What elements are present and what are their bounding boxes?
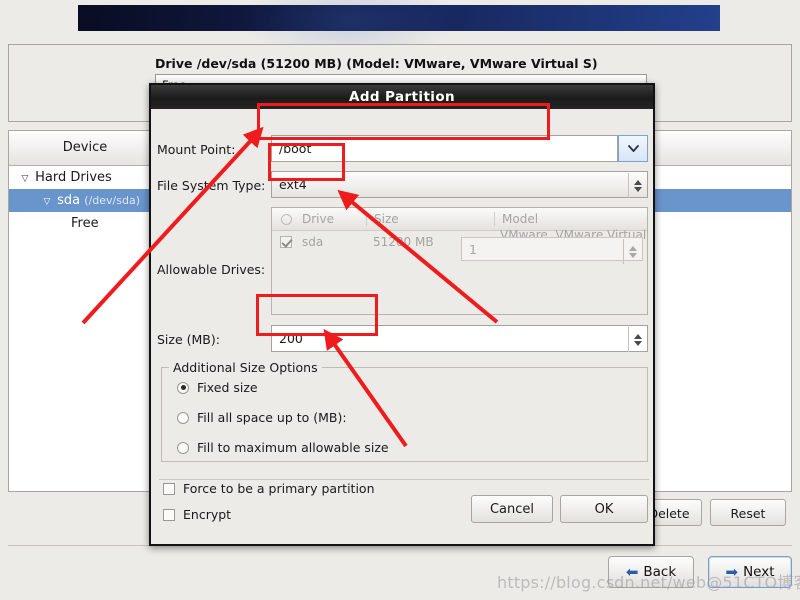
additional-size-options-legend: Additional Size Options <box>169 360 322 375</box>
allowable-drives-label: Allowable Drives: <box>157 262 266 277</box>
checkbox-label: Encrypt <box>183 507 232 522</box>
installer-banner <box>78 0 720 65</box>
column-header-device: Device <box>62 140 108 155</box>
file-system-type-label: File System Type: <box>157 178 266 193</box>
up-down-spinner-icon[interactable] <box>628 327 646 352</box>
cancel-button[interactable]: Cancel <box>471 495 553 523</box>
size-label: Size (MB): <box>157 332 220 347</box>
dialog-button-divider <box>159 479 649 480</box>
reset-button[interactable]: Reset <box>710 499 786 526</box>
ok-button[interactable]: OK <box>560 495 648 523</box>
tree-device-path: (/dev/sda) <box>84 194 140 207</box>
expander-icon[interactable]: ▽ <box>41 191 53 214</box>
mount-point-input[interactable]: /boot <box>271 135 618 162</box>
checkbox-icon[interactable] <box>163 482 175 495</box>
radio-fixed-size[interactable]: Fixed size <box>177 380 258 395</box>
mount-point-combobox[interactable]: /boot <box>271 135 648 162</box>
radio-label: Fill all space up to (MB): <box>197 410 347 425</box>
drive-checkbox[interactable] <box>272 236 300 248</box>
checkbox-force-primary[interactable]: Force to be a primary partition <box>163 481 375 496</box>
tree-label: Free <box>71 216 99 231</box>
checkbox-label: Force to be a primary partition <box>183 481 375 496</box>
select-all-radio-icon[interactable] <box>272 213 300 225</box>
fill-up-to-spinbox[interactable]: 1 <box>461 237 643 264</box>
screen: Drive /dev/sda (51200 MB) (Model: VMware… <box>0 0 800 600</box>
fill-up-to-value: 1 <box>469 241 477 257</box>
tree-label: sda <box>57 193 81 208</box>
radio-fill-all-space-up-to[interactable]: Fill all space up to (MB): <box>177 410 347 425</box>
watermark: https://blog.csdn.net/web@51CTO博客 <box>497 573 800 592</box>
size-value: 200 <box>279 331 303 346</box>
allowable-drives-list[interactable]: Drive Size Model sda 51200 MB VMware, VM… <box>271 207 648 315</box>
up-down-spinner-icon[interactable] <box>623 239 641 264</box>
file-system-type-value: ext4 <box>279 177 307 192</box>
expander-icon[interactable]: ▽ <box>19 168 31 191</box>
dialog-title: Add Partition <box>151 85 653 109</box>
mount-point-label: Mount Point: <box>157 142 236 157</box>
radio-icon[interactable] <box>177 441 189 454</box>
checkbox-encrypt[interactable]: Encrypt <box>163 507 231 522</box>
column-header-drive[interactable]: Drive <box>300 212 366 226</box>
checkbox-icon[interactable] <box>163 508 175 521</box>
radio-icon[interactable] <box>177 411 189 424</box>
tree-label: Hard Drives <box>35 170 112 185</box>
drive-title: Drive /dev/sda (51200 MB) (Model: VMware… <box>155 56 598 71</box>
radio-icon[interactable] <box>177 381 189 394</box>
add-partition-dialog: Add Partition Mount Point: /boot File Sy… <box>149 83 655 546</box>
file-system-type-combobox[interactable]: ext4 <box>271 171 648 198</box>
radio-label: Fixed size <box>197 380 258 395</box>
cell-drive: sda <box>302 235 324 249</box>
chevron-down-icon[interactable] <box>618 135 648 162</box>
column-header-size[interactable]: Size <box>366 212 494 226</box>
radio-fill-to-maximum[interactable]: Fill to maximum allowable size <box>177 440 389 455</box>
column-header-model[interactable]: Model <box>494 212 647 226</box>
up-down-spinner-icon[interactable] <box>628 173 646 198</box>
radio-label: Fill to maximum allowable size <box>197 440 389 455</box>
size-spinbox[interactable]: 200 <box>271 325 648 352</box>
dialog-body: Mount Point: /boot File System Type: ext… <box>151 109 653 544</box>
